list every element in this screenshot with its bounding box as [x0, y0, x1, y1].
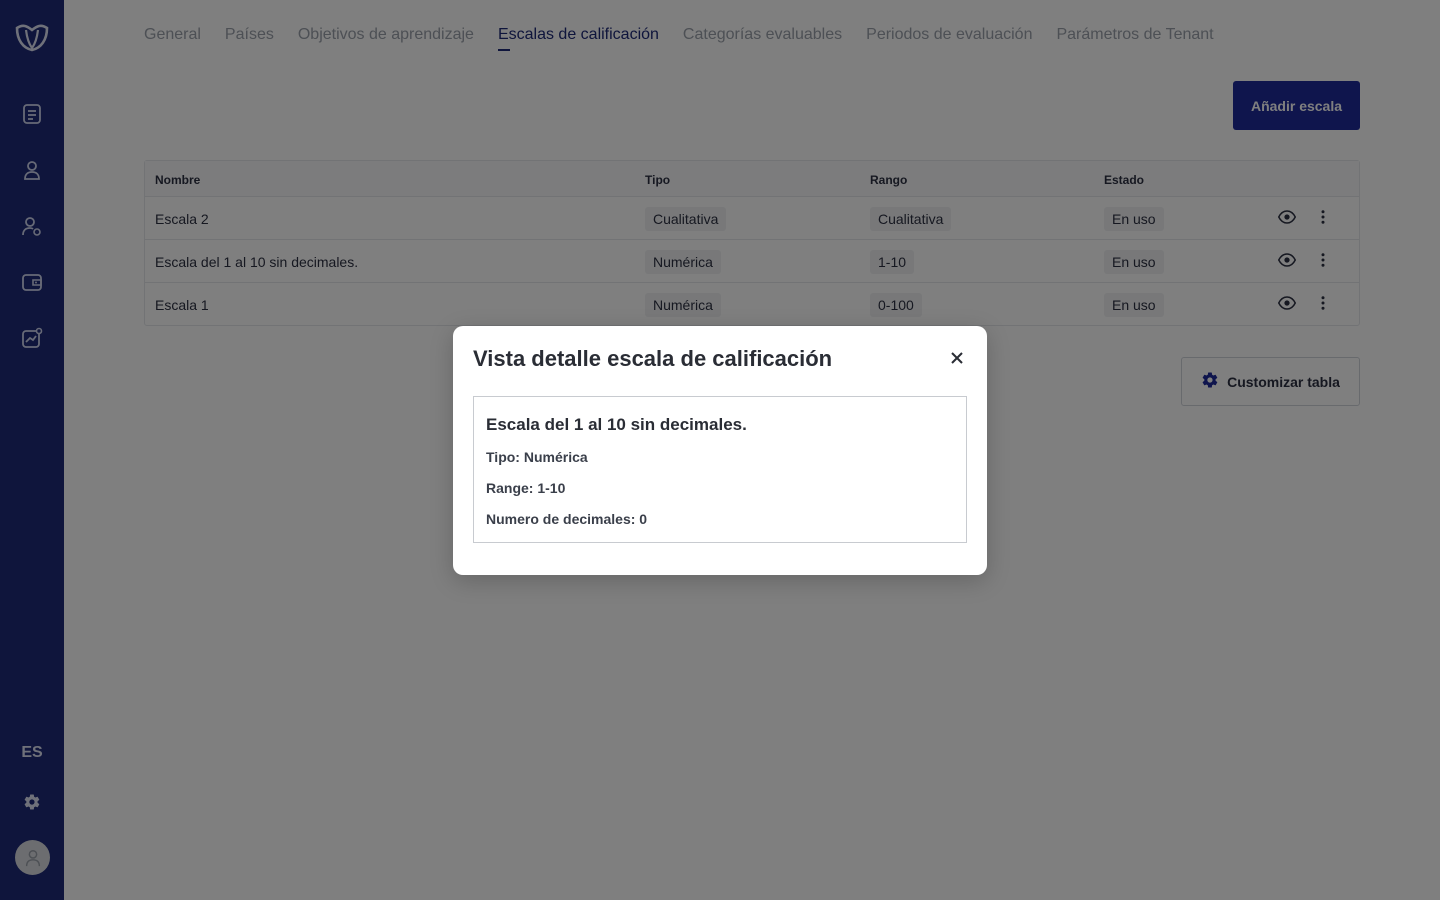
scale-detail-range: Range: 1-10 — [486, 480, 566, 496]
scale-detail-type: Tipo: Numérica — [486, 449, 588, 465]
scale-detail-modal: Vista detalle escala de calificación Esc… — [453, 326, 987, 575]
modal-title: Vista detalle escala de calificación — [473, 346, 833, 371]
scale-detail-name: Escala del 1 al 10 sin decimales. — [486, 415, 747, 434]
close-icon[interactable] — [947, 348, 967, 368]
scale-detail-decimals: Numero de decimales: 0 — [486, 511, 648, 527]
scale-detail-card: Escala del 1 al 10 sin decimales. Tipo: … — [473, 396, 967, 543]
